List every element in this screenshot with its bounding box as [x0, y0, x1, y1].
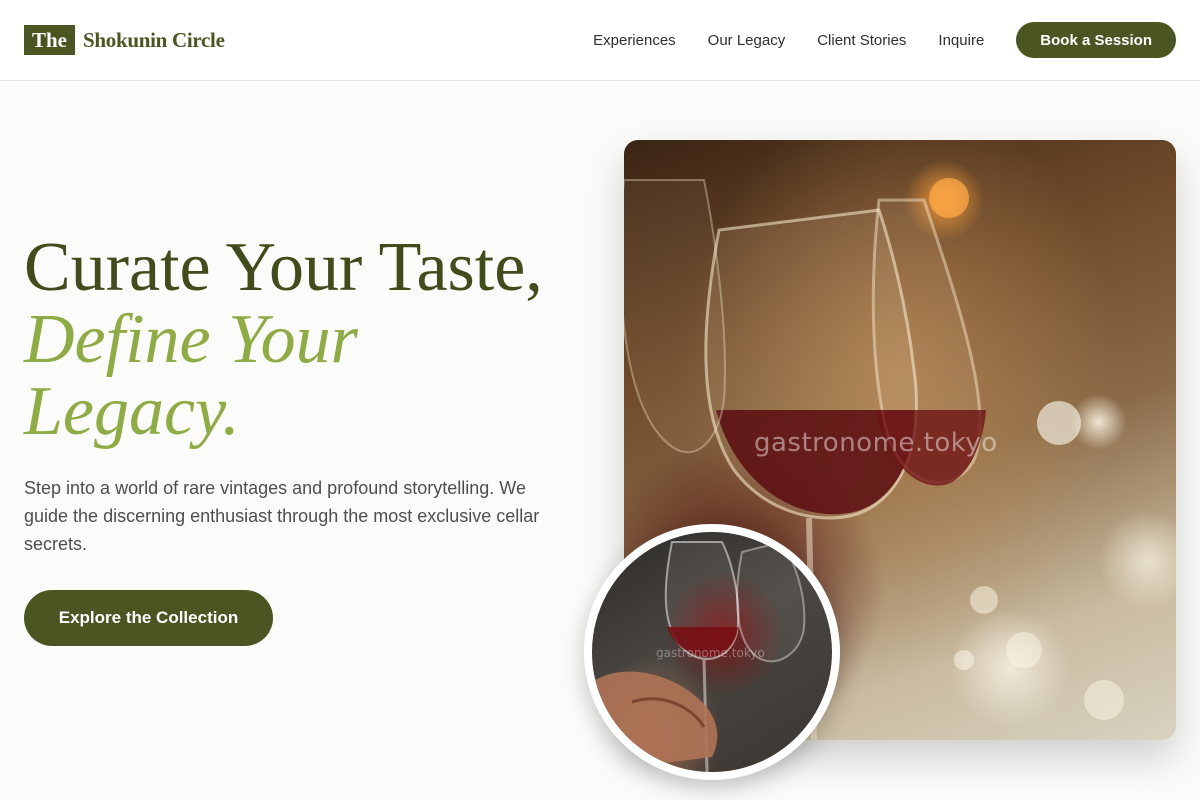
site-header: The Shokunin Circle Experiences Our Lega… [0, 0, 1200, 81]
hero-description: Step into a world of rare vintages and p… [24, 478, 540, 554]
nav-link-inquire[interactable]: Inquire [938, 32, 984, 49]
nav-link-our-legacy[interactable]: Our Legacy [708, 32, 786, 49]
main-nav: Experiences Our Legacy Client Stories In… [593, 22, 1176, 58]
nav-link-experiences[interactable]: Experiences [593, 32, 676, 49]
hero-title: Curate Your Taste, Define Your Legacy. [24, 232, 584, 448]
hero-title-line-1: Curate Your Taste, [24, 229, 543, 306]
image-watermark: gastronome.tokyo [754, 428, 998, 458]
nav-link-client-stories[interactable]: Client Stories [817, 32, 906, 49]
book-session-button[interactable]: Book a Session [1016, 22, 1176, 58]
wine-pour-circle-image: gastronome.tokyo [584, 524, 840, 780]
logo-text: Shokunin Circle [83, 27, 225, 52]
hero-title-line-2: Define Your [24, 301, 358, 378]
logo[interactable]: The Shokunin Circle [24, 25, 225, 55]
logo-mark: The [24, 25, 76, 55]
explore-collection-button[interactable]: Explore the Collection [24, 590, 273, 646]
circle-image-watermark: gastronome.tokyo [656, 646, 765, 660]
hero-title-line-3: Legacy. [24, 373, 240, 450]
